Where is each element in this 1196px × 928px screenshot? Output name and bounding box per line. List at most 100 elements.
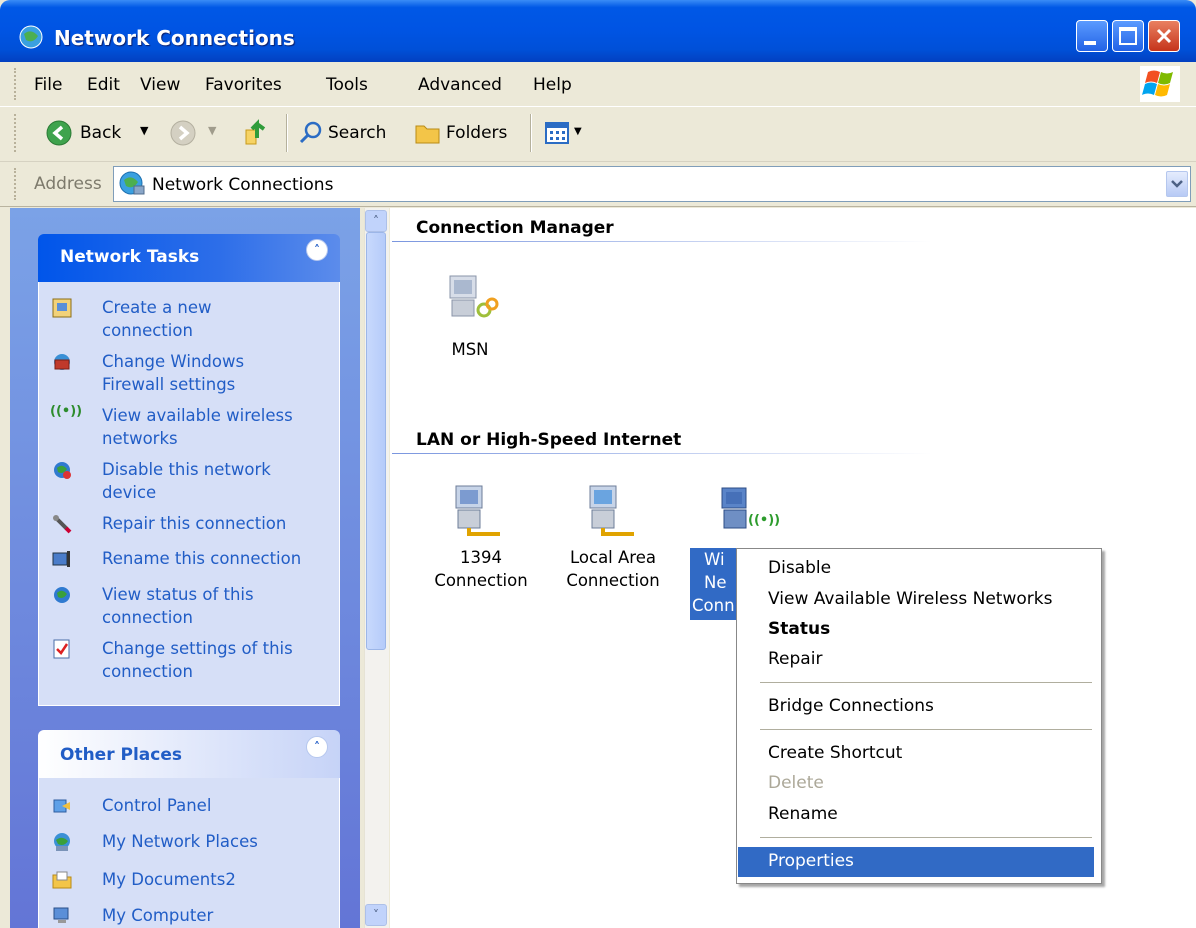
address-label: Address (34, 174, 102, 194)
my-computer-icon (53, 907, 69, 923)
connection-label: Connection (566, 571, 660, 590)
scroll-down-button[interactable]: ˅ (365, 904, 387, 926)
connection-label: Conn (692, 596, 735, 615)
connection-msn[interactable]: MSN (430, 270, 530, 366)
menu-edit[interactable]: Edit (87, 75, 120, 95)
menu-item-rename[interactable]: Rename (768, 804, 838, 824)
forward-arrow-icon[interactable] (170, 120, 196, 146)
group-header-lan: LAN or High-Speed Internet (416, 430, 682, 450)
status-icon (54, 587, 70, 603)
task-label: Rename this connection (102, 549, 302, 568)
address-dropdown-button[interactable] (1166, 171, 1188, 197)
connection-1394[interactable]: 1394 Connection (426, 482, 536, 592)
menubar-grip[interactable] (14, 68, 20, 100)
back-dropdown-icon[interactable]: ▼ (140, 124, 148, 137)
menu-separator (760, 837, 1092, 838)
task-label: Firewall settings (102, 375, 236, 394)
folders-icon (415, 125, 440, 144)
menu-item-disable[interactable]: Disable (768, 558, 831, 578)
menu-favorites[interactable]: Favorites (205, 75, 282, 95)
up-folder-icon[interactable] (242, 116, 272, 148)
connection-label: Connection (434, 571, 528, 590)
collapse-network-tasks-icon[interactable]: ˄ (306, 239, 328, 261)
menu-item-properties[interactable]: Properties (768, 851, 854, 871)
address-value: Network Connections (152, 175, 334, 195)
connection-local-area[interactable]: Local Area Connection (558, 482, 668, 592)
connection-label: Ne (704, 573, 727, 592)
search-button[interactable]: Search (328, 123, 386, 143)
connection-label: Local Area (570, 548, 656, 567)
new-connection-icon (52, 298, 72, 318)
toolbar-grip[interactable] (14, 114, 20, 152)
window-title: Network Connections (54, 26, 295, 50)
addressbar-grip[interactable] (14, 168, 20, 200)
minimize-icon (1084, 41, 1096, 45)
menu-item-view-wireless[interactable]: View Available Wireless Networks (768, 589, 1052, 609)
menu-separator (760, 729, 1092, 730)
windows-logo (1140, 66, 1180, 102)
task-label: View status of this (102, 585, 254, 604)
menu-item-status[interactable]: Status (768, 619, 830, 639)
maximize-button[interactable] (1112, 20, 1144, 52)
menu-separator (760, 682, 1092, 683)
my-network-places-icon (54, 833, 70, 851)
menu-view[interactable]: View (140, 75, 180, 95)
rename-icon (52, 551, 70, 567)
menu-item-repair[interactable]: Repair (768, 649, 822, 669)
repair-icon (53, 515, 72, 534)
maximize-icon (1119, 27, 1137, 45)
menu-item-delete[interactable]: Delete (768, 773, 824, 793)
connection-label: MSN (451, 340, 489, 359)
toolbar-separator (286, 114, 288, 152)
views-icon (545, 122, 569, 144)
close-button[interactable] (1148, 20, 1180, 52)
lan-connection-icon (589, 485, 634, 536)
place-label: My Documents2 (102, 870, 236, 889)
menu-item-bridge[interactable]: Bridge Connections (768, 696, 934, 716)
task-label: View available wireless (102, 406, 293, 425)
toolbar-separator (530, 114, 532, 152)
scrollbar-thumb[interactable] (366, 232, 386, 650)
control-panel-icon (53, 799, 70, 813)
close-icon (1156, 28, 1172, 44)
network-connections-icon (19, 25, 43, 49)
network-tasks-title: Network Tasks (60, 247, 200, 267)
my-documents-icon (52, 871, 72, 889)
views-button[interactable]: ▼ (544, 120, 586, 148)
task-label: Disable this network (102, 460, 271, 479)
menu-item-create-shortcut[interactable]: Create Shortcut (768, 743, 902, 763)
svg-text:((•)): ((•)) (748, 513, 780, 528)
network-connections-icon (119, 171, 145, 195)
task-label: connection (102, 608, 193, 627)
place-label: My Computer (102, 906, 214, 925)
task-label: Repair this connection (102, 514, 287, 533)
folders-button[interactable]: Folders (446, 123, 507, 143)
disable-network-icon (54, 462, 71, 479)
task-label: connection (102, 662, 193, 681)
chevron-down-icon (1171, 180, 1183, 188)
lan-connection-icon (455, 485, 500, 536)
menu-tools[interactable]: Tools (326, 75, 368, 95)
views-dropdown-icon: ▼ (574, 126, 582, 137)
group-divider (392, 453, 932, 454)
wireless-connection-icon: ((•)) (721, 487, 780, 529)
collapse-other-places-icon[interactable]: ˄ (306, 736, 328, 758)
back-arrow-icon (46, 120, 72, 146)
group-header-connection-manager: Connection Manager (416, 218, 614, 238)
minimize-button[interactable] (1076, 20, 1108, 52)
forward-dropdown-icon[interactable]: ▼ (208, 124, 216, 137)
task-label: Change settings of this (102, 639, 293, 658)
connection-label: Wi (704, 550, 725, 569)
menu-file[interactable]: File (34, 75, 62, 95)
menu-advanced[interactable]: Advanced (418, 75, 502, 95)
scroll-up-button[interactable]: ˄ (365, 210, 387, 232)
task-label: connection (102, 321, 193, 340)
task-label: networks (102, 429, 178, 448)
menu-help[interactable]: Help (533, 75, 572, 95)
connection-label: 1394 (460, 548, 502, 567)
task-label: Change Windows (102, 352, 245, 371)
settings-icon (53, 639, 70, 659)
wireless-icon: ((•)) (50, 404, 83, 419)
back-label: Back (80, 123, 122, 143)
place-label: My Network Places (102, 832, 258, 851)
